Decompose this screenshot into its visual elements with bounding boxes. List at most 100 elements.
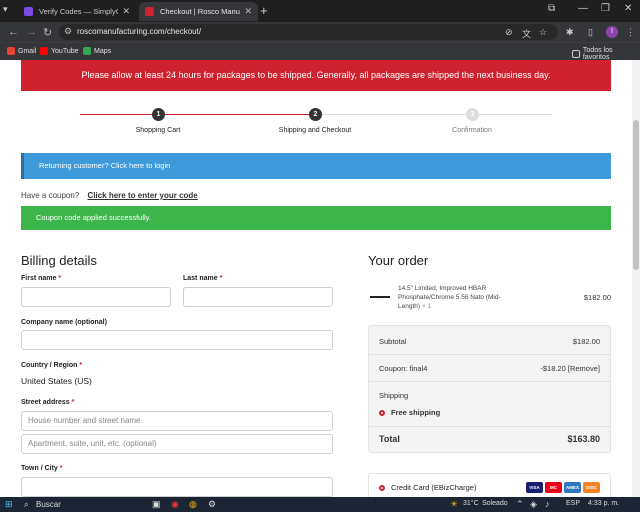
close-tab-icon[interactable]: ✕ (122, 6, 130, 17)
new-tab-icon[interactable]: + (260, 3, 268, 18)
translate-icon[interactable]: 文 (522, 27, 531, 40)
bookmark-label: Gmail (18, 47, 37, 55)
divider (369, 426, 610, 427)
site-info-icon[interactable]: ⚙ (64, 26, 72, 37)
windows-start-icon[interactable]: ⊞ (5, 499, 13, 510)
tab-simplycodes[interactable]: Verify Codes — SimplyCodes ✕ (18, 2, 136, 21)
bookmark-label: Todos los favoritos (582, 47, 613, 61)
payment-method[interactable]: Credit Card (EBizCharge) VISA MC AMEX DI… (368, 473, 611, 497)
task-view-icon[interactable]: ▣ (152, 499, 161, 510)
back-icon[interactable]: ← (8, 26, 19, 38)
opera-icon[interactable]: ◉ (171, 499, 179, 510)
minimize-icon[interactable]: — (578, 3, 588, 14)
coupon-success-notice: Coupon code applied successfully. (21, 206, 611, 230)
amex-icon: AMEX (564, 482, 581, 493)
remove-coupon-link[interactable]: [Remove] (568, 364, 600, 373)
coupon-value: -$18.20 [Remove] (540, 364, 600, 373)
city-field[interactable] (21, 477, 333, 497)
tab-title: Verify Codes — SimplyCodes (39, 7, 119, 16)
gmail-icon (7, 47, 15, 55)
weather-desc[interactable]: Soleado (482, 500, 508, 507)
enter-coupon-link[interactable]: Click here to enter your code (88, 191, 198, 200)
weather-icon: ☀ (450, 499, 459, 509)
required-mark: * (59, 465, 63, 472)
card-logos: VISA MC AMEX DISC (526, 482, 600, 493)
browser-chrome: ▾ Verify Codes — SimplyCodes ✕ Checkout … (0, 0, 640, 61)
weather-temp[interactable]: 31°C (463, 500, 479, 507)
bookmark-star-icon[interactable]: ☆ (539, 27, 547, 38)
shipping-row: Shipping (379, 391, 409, 400)
maximize-icon[interactable]: ❐ (601, 3, 610, 14)
reload-icon[interactable]: ↻ (43, 26, 52, 39)
tab-list-icon[interactable]: ⧉ (548, 3, 555, 14)
bookmark-maps[interactable]: Maps (83, 47, 111, 55)
coupon-prompt: Have a coupon? Click here to enter your … (21, 191, 198, 200)
address-bar[interactable]: ⚙ roscomanufacturing.com/checkout/ ⊘ 文 ☆ (59, 24, 558, 40)
step-3-circle: 3 (466, 108, 479, 121)
city-label: Town / City * (21, 465, 63, 472)
total-value: $163.80 (567, 434, 600, 444)
rosco-favicon-icon (145, 7, 154, 16)
profile-avatar[interactable]: I (606, 26, 618, 38)
last-name-field[interactable] (183, 287, 333, 307)
bookmark-gmail[interactable]: Gmail (7, 47, 36, 55)
extensions-icon[interactable]: ✱ (566, 27, 574, 38)
returning-customer-notice[interactable]: Returning customer? Click here to login (21, 153, 611, 179)
tab-title: Checkout | Rosco Manufacturin (160, 7, 240, 16)
required-mark: * (71, 399, 75, 406)
bookmark-youtube[interactable]: YouTube (40, 47, 79, 55)
label-text: Town / City (21, 465, 58, 472)
coupon-row: Coupon: final4 -$18.20 [Remove] (379, 364, 600, 373)
forward-icon[interactable]: → (26, 26, 37, 38)
step-3-label: Confirmation (452, 127, 492, 134)
first-name-label: First name * (21, 275, 61, 282)
folder-icon (572, 50, 580, 58)
url-text[interactable]: roscomanufacturing.com/checkout/ (77, 27, 201, 36)
subtotal-row: Subtotal $182.00 (379, 337, 600, 346)
all-bookmarks[interactable]: Todos los favoritos (572, 47, 640, 61)
required-mark: * (219, 275, 223, 282)
free-shipping-radio[interactable] (379, 410, 385, 417)
tab-checkout[interactable]: Checkout | Rosco Manufacturin ✕ (139, 2, 258, 21)
bookmarks-bar: Gmail YouTube Maps Todos los favoritos (0, 42, 640, 61)
label-text: Street address (21, 399, 70, 406)
shipping-option[interactable]: Free shipping (379, 408, 600, 417)
scrollbar-thumb[interactable] (633, 120, 639, 270)
total-row: Total $163.80 (379, 434, 600, 444)
eye-off-icon[interactable]: ⊘ (505, 27, 513, 38)
label-text: Last name (183, 275, 218, 282)
required-mark: * (79, 362, 83, 369)
payment-option[interactable]: Credit Card (EBizCharge) (379, 483, 476, 492)
language-indicator[interactable]: ESP (566, 500, 580, 507)
settings-icon[interactable]: ⚙ (208, 499, 216, 510)
company-field[interactable] (21, 330, 333, 350)
item-qty: × 1 (421, 303, 432, 310)
search-icon: ⌕ (24, 500, 29, 509)
browser-toolbar: ← → ↻ ⚙ roscomanufacturing.com/checkout/… (0, 22, 640, 42)
payment-label: Credit Card (EBizCharge) (391, 483, 477, 492)
apartment-field[interactable]: Apartment, suite, unit, etc. (optional) (21, 434, 333, 454)
billing-title: Billing details (21, 253, 97, 268)
chrome-icon[interactable]: ◍ (189, 499, 197, 510)
taskbar: ⊞ ⌕ Buscar ▣ ◉ ◍ ⚙ ☀ 31°C Soleado ⌃ ◈ ♪ … (0, 497, 640, 512)
close-window-icon[interactable]: ✕ (624, 3, 632, 14)
taskbar-search[interactable]: ⌕ Buscar (20, 498, 135, 511)
clock[interactable]: 4:33 p. m. (588, 500, 619, 507)
street-address-field[interactable]: House number and street name (21, 411, 333, 431)
volume-icon[interactable]: ♪ (545, 499, 550, 509)
side-panel-icon[interactable]: ▯ (588, 27, 593, 38)
checkout-page: Please allow at least 24 hours for packa… (0, 60, 632, 497)
close-tab-icon[interactable]: ✕ (244, 6, 252, 17)
first-name-field[interactable] (21, 287, 171, 307)
menu-icon[interactable]: ⋮ (626, 27, 635, 38)
network-icon[interactable]: ◈ (530, 499, 537, 510)
step-1-label: Shopping Cart (135, 127, 181, 134)
required-mark: * (58, 275, 62, 282)
youtube-icon (40, 47, 48, 55)
tray-chevron-icon[interactable]: ⌃ (516, 499, 524, 510)
discover-icon: DISC (583, 482, 600, 493)
tab-search-icon[interactable]: ▾ (3, 4, 15, 16)
credit-card-radio[interactable] (379, 485, 385, 492)
country-label: Country / Region * (21, 362, 82, 369)
subtotal-value: $182.00 (572, 337, 600, 346)
